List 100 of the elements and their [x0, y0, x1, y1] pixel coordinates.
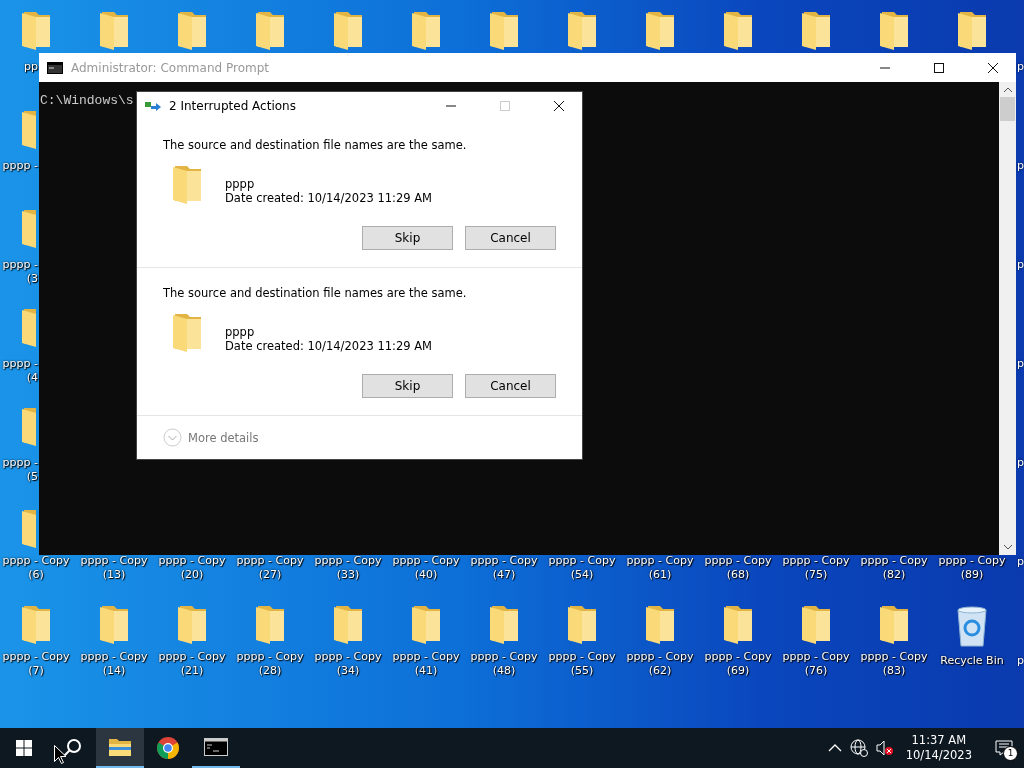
folder-icon — [98, 10, 130, 50]
folder-icon — [20, 10, 52, 50]
dialog-title: 2 Interrupted Actions — [169, 99, 297, 113]
folder-icon — [171, 164, 203, 204]
icon-label: pppp - Copy — [782, 650, 850, 664]
icon-label: pppp - Copy — [314, 554, 382, 568]
copy-arrow-icon — [145, 100, 161, 112]
icon-label: p — [1017, 60, 1024, 74]
icon-label: (83) — [882, 664, 906, 678]
icon-label: (75) — [804, 568, 828, 582]
more-details-link[interactable]: More details — [188, 430, 259, 445]
icon-label: (62) — [648, 664, 672, 678]
icon-label: pppp - Copy — [860, 554, 928, 568]
folder-icon — [566, 604, 598, 644]
search-icon — [62, 738, 82, 758]
folder-icon — [176, 10, 208, 50]
icon-label: (40) — [414, 568, 438, 582]
folder-icon — [20, 208, 36, 248]
conflict-message: The source and destination file names are the same. — [163, 138, 468, 152]
icon-label: pppp - Copy — [392, 650, 460, 664]
icon-label: (14) — [102, 664, 126, 678]
icon-label: pppp - Copy — [2, 554, 70, 568]
windows-logo-icon — [16, 740, 32, 756]
icon-label: pppp - Copy — [704, 650, 772, 664]
dialog-button[interactable]: Cancel — [465, 374, 556, 398]
icon-label: pppp - Copy — [860, 650, 928, 664]
icon-label: p — [1017, 357, 1024, 371]
folder-icon — [20, 604, 52, 644]
icon-label: pppp - Copy — [80, 650, 148, 664]
icon-label: pppp - Copy — [236, 554, 304, 568]
icon-label: (6) — [28, 568, 44, 582]
notification-button[interactable]: 1 — [984, 728, 1024, 768]
clock-time[interactable]: 11:37 AM — [911, 733, 967, 748]
taskbar-button[interactable] — [96, 728, 144, 768]
dialog-button[interactable]: Skip — [362, 226, 453, 250]
icon-label: p — [1017, 159, 1024, 173]
folder-icon — [644, 604, 676, 644]
icon-label: pppp - Copy — [626, 554, 694, 568]
icon-label: pppp - Copy — [548, 554, 616, 568]
icon-label: (55) — [570, 664, 594, 678]
chevron-up-icon[interactable] — [827, 744, 842, 752]
mouse-cursor-icon — [54, 745, 66, 764]
maximize-icon — [934, 62, 944, 73]
icon-label: pppp - Copy — [158, 554, 226, 568]
scroll-up-icon[interactable] — [1002, 87, 1013, 93]
icon-label: pppp - Copy — [626, 650, 694, 664]
icon-label: Recycle Bin — [940, 654, 1004, 668]
window-title: Administrator: Command Prompt — [71, 60, 270, 75]
folder-icon — [171, 312, 203, 352]
icon-label: (69) — [726, 664, 750, 678]
folder-icon — [254, 604, 286, 644]
icon-label: (20) — [180, 568, 204, 582]
folder-icon — [176, 604, 208, 644]
icon-label: (61) — [648, 568, 672, 582]
folder-icon — [488, 10, 520, 50]
icon-label: (27) — [258, 568, 282, 582]
folder-icon — [410, 10, 442, 50]
icon-label: pp — [24, 60, 38, 74]
icon-label: (41) — [414, 664, 438, 678]
scrollbar[interactable] — [999, 82, 1016, 555]
folder-icon — [20, 307, 36, 347]
icon-label: pppp - Copy — [2, 650, 70, 664]
chrome-icon — [156, 736, 180, 760]
icon-label: (5 — [26, 470, 38, 484]
folder-icon — [108, 737, 132, 757]
close-icon — [988, 62, 998, 73]
icon-label: pppp - Copy — [938, 554, 1006, 568]
notification-count: 1 — [1003, 746, 1018, 761]
folder-icon — [488, 604, 520, 644]
dialog-button[interactable]: Skip — [362, 374, 453, 398]
scroll-thumb[interactable] — [1000, 97, 1015, 121]
icon-label: pppp - Copy — [704, 554, 772, 568]
icon-label: pppp - Copy — [158, 650, 226, 664]
folder-icon — [410, 604, 442, 644]
folder-icon — [878, 604, 910, 644]
message-icon — [995, 740, 1013, 756]
folder-icon — [254, 10, 286, 50]
icon-label: (33) — [336, 568, 360, 582]
icon-label: (48) — [492, 664, 516, 678]
globe-icon[interactable] — [849, 739, 868, 757]
folder-icon — [722, 604, 754, 644]
file-name: pppp — [225, 325, 256, 339]
icon-label: pppp - Copy — [470, 554, 538, 568]
folder-icon — [98, 604, 130, 644]
dialog-button[interactable]: Cancel — [465, 226, 556, 250]
icon-label: (89) — [960, 568, 984, 582]
console-text: C:\Windows\s — [39, 92, 134, 108]
folder-icon — [332, 10, 364, 50]
speaker-muted-icon[interactable] — [875, 740, 894, 756]
icon-label: pppp - Copy — [392, 554, 460, 568]
icon-label: p — [1017, 456, 1024, 470]
icon-label: (28) — [258, 664, 282, 678]
clock-date[interactable]: 10/14/2023 — [905, 748, 972, 763]
scroll-down-icon[interactable] — [1002, 544, 1013, 550]
icon-label: p — [1017, 654, 1024, 668]
icon-label: (4 — [26, 371, 38, 385]
icon-label: pppp - — [2, 357, 38, 371]
folder-icon — [20, 109, 36, 149]
close-icon — [554, 101, 564, 111]
icon-label: (76) — [804, 664, 828, 678]
